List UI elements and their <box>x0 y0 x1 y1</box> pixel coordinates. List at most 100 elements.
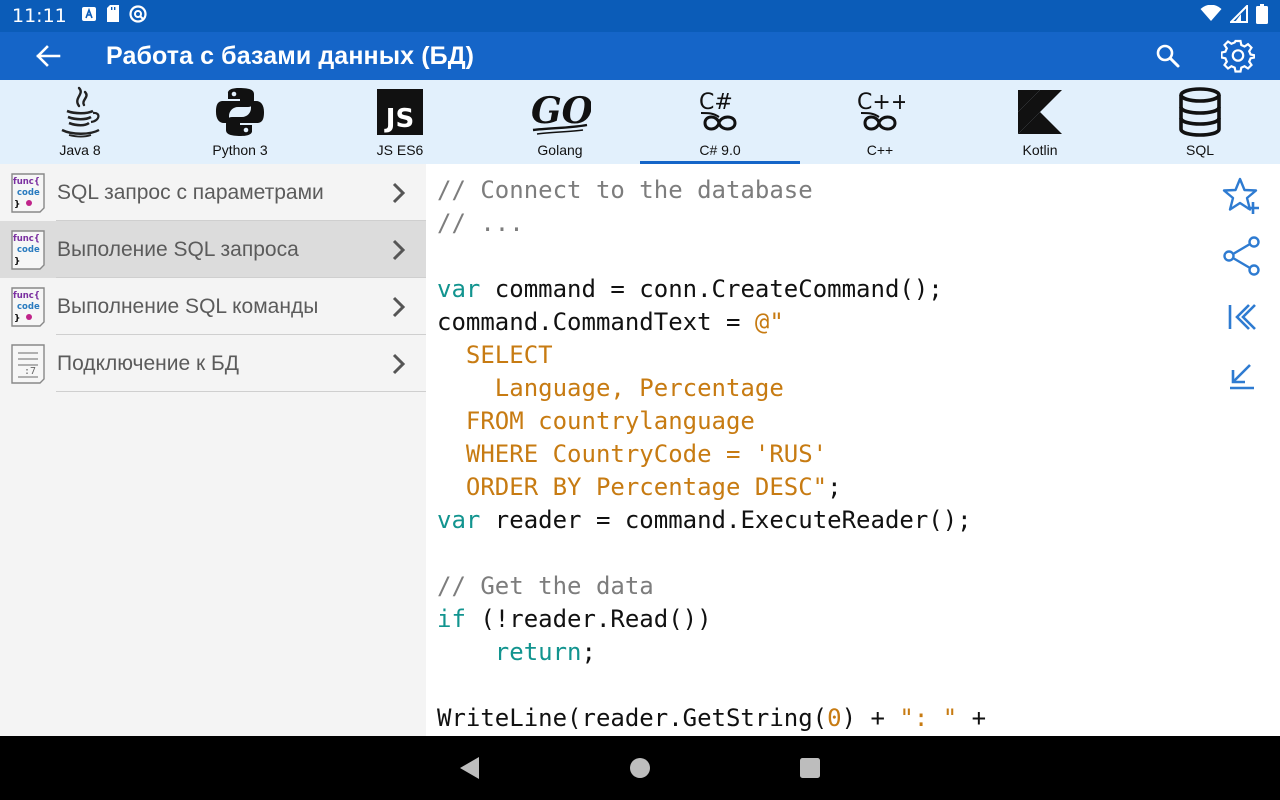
code-line: if (!reader.Read()) <box>437 603 712 636</box>
code-keyword: return <box>494 638 582 666</box>
code-text: ; <box>581 638 596 666</box>
navigation-bar <box>0 736 1280 800</box>
sd-card-icon <box>106 5 120 27</box>
nav-recents-button[interactable] <box>790 748 830 788</box>
func-code-icon: func{ code } <box>11 172 45 213</box>
tab-label: Python 3 <box>212 142 268 158</box>
code-text: ) + <box>841 704 900 732</box>
list-item-label: SQL запрос с параметрами <box>57 180 324 204</box>
svg-text:func{: func{ <box>13 234 40 244</box>
tab-golang[interactable]: GO Golang <box>480 80 640 164</box>
svg-text:}: } <box>14 200 20 210</box>
code-line: var reader = command.ExecuteReader(); <box>437 504 972 537</box>
settings-button[interactable] <box>1214 32 1262 80</box>
tab-label: Java 8 <box>59 142 101 158</box>
list-item-label: Подключение к БД <box>57 351 240 375</box>
divider <box>56 391 426 392</box>
language-tabs: Java 8 Python 3 JS JS ES6 GO Golang C# C… <box>0 80 1280 164</box>
code-string: ORDER BY Percentage DESC" <box>437 473 828 501</box>
code-keyword: if <box>437 605 466 633</box>
status-notification-icons <box>81 4 147 28</box>
share-button[interactable] <box>1220 234 1264 278</box>
javascript-icon: JS <box>377 89 423 135</box>
code-line: FROM countrylanguage <box>437 405 755 438</box>
tab-kotlin[interactable]: Kotlin <box>960 80 1120 164</box>
code-string: Language, Percentage <box>437 374 784 402</box>
code-keyword: var <box>437 506 481 534</box>
code-line: ORDER BY Percentage DESC"; <box>437 471 842 504</box>
svg-text:func{: func{ <box>13 291 40 301</box>
list-item[interactable]: :7 Подключение к БД <box>0 335 426 392</box>
svg-text:C#: C# <box>699 90 733 115</box>
tab-label: Golang <box>537 142 583 158</box>
topic-list: func{ code } SQL запрос с параметрами fu… <box>0 164 426 736</box>
tab-sql[interactable]: SQL <box>1120 80 1280 164</box>
code-line: SELECT <box>437 339 553 372</box>
wifi-icon <box>1200 4 1222 27</box>
back-button[interactable] <box>20 32 76 80</box>
tab-cpp[interactable]: C++ C++ <box>800 80 960 164</box>
nav-home-button[interactable] <box>620 748 660 788</box>
battery-icon <box>1256 3 1268 29</box>
func-code-icon: func{ code } <box>11 286 45 327</box>
code-text: command.CommandText = <box>437 308 755 336</box>
circle-home-icon <box>630 758 650 778</box>
svg-text:}: } <box>14 257 20 267</box>
cpp-icon: C++ <box>857 90 905 131</box>
status-system-icons <box>1200 3 1268 29</box>
code-comment: // Connect to the database <box>437 176 813 204</box>
status-time: 11:11 <box>12 5 67 27</box>
tab-python[interactable]: Python 3 <box>160 80 320 164</box>
sync-notification-icon <box>129 4 147 28</box>
code-line: // ... <box>437 207 524 240</box>
nav-back-button[interactable] <box>450 748 490 788</box>
java-icon <box>61 86 100 138</box>
gear-icon <box>1221 39 1255 73</box>
code-string: FROM countrylanguage <box>437 407 755 435</box>
code-line: command.CommandText = @" <box>437 306 784 339</box>
tab-label: JS ES6 <box>376 142 424 158</box>
tab-label: Kotlin <box>1022 142 1058 158</box>
arrow-down-left-icon <box>1230 364 1254 390</box>
code-string: @" <box>754 308 784 336</box>
svg-text:C++: C++ <box>857 90 905 115</box>
code-line: Language, Percentage <box>437 372 784 405</box>
tab-label: C++ <box>866 142 894 158</box>
add-favorite-button[interactable] <box>1220 174 1264 218</box>
tab-java[interactable]: Java 8 <box>0 80 160 164</box>
code-string: WHERE CountryCode = 'RUS' <box>437 440 828 468</box>
code-line: WriteLine(reader.GetString(0) + ": " + <box>437 702 986 735</box>
list-item[interactable]: func{ code } Выполение SQL запроса <box>0 221 426 278</box>
svg-text::7: :7 <box>24 366 36 377</box>
chevron-right-icon <box>392 239 412 261</box>
tab-label: C# 9.0 <box>699 142 741 158</box>
code-view[interactable]: // Connect to the database // ... var comm… <box>426 164 1206 736</box>
list-item-label: Выполнение SQL команды <box>57 294 319 318</box>
triangle-back-icon <box>460 757 479 779</box>
code-line: // Connect to the database <box>437 174 813 207</box>
search-button[interactable] <box>1144 32 1192 80</box>
golang-icon: GO <box>531 90 591 135</box>
tab-javascript[interactable]: JS JS ES6 <box>320 80 480 164</box>
side-actions <box>1206 164 1280 736</box>
collapse-button[interactable] <box>1220 354 1264 398</box>
chevron-right-icon <box>392 353 412 375</box>
app-actions <box>1144 32 1262 80</box>
signal-icon <box>1228 3 1248 28</box>
page-title: Работа с базами данных (БД) <box>106 41 475 70</box>
code-text: WriteLine(reader.GetString( <box>437 704 828 732</box>
svg-text:code: code <box>17 188 40 198</box>
arrow-back-icon <box>36 45 61 67</box>
tab-csharp[interactable]: C# C# 9.0 <box>640 80 800 164</box>
code-line: var command = conn.CreateCommand(); <box>437 273 943 306</box>
list-item[interactable]: func{ code } SQL запрос с параметрами <box>0 164 426 221</box>
database-icon <box>1179 87 1221 137</box>
code-string: ": " <box>899 704 958 732</box>
svg-text:func{: func{ <box>13 177 40 187</box>
list-item[interactable]: func{ code } Выполнение SQL команды <box>0 278 426 335</box>
star-plus-icon <box>1222 177 1259 214</box>
skip-to-start-button[interactable] <box>1220 295 1264 339</box>
first-page-icon <box>1228 304 1256 330</box>
svg-text:code: code <box>17 302 40 312</box>
